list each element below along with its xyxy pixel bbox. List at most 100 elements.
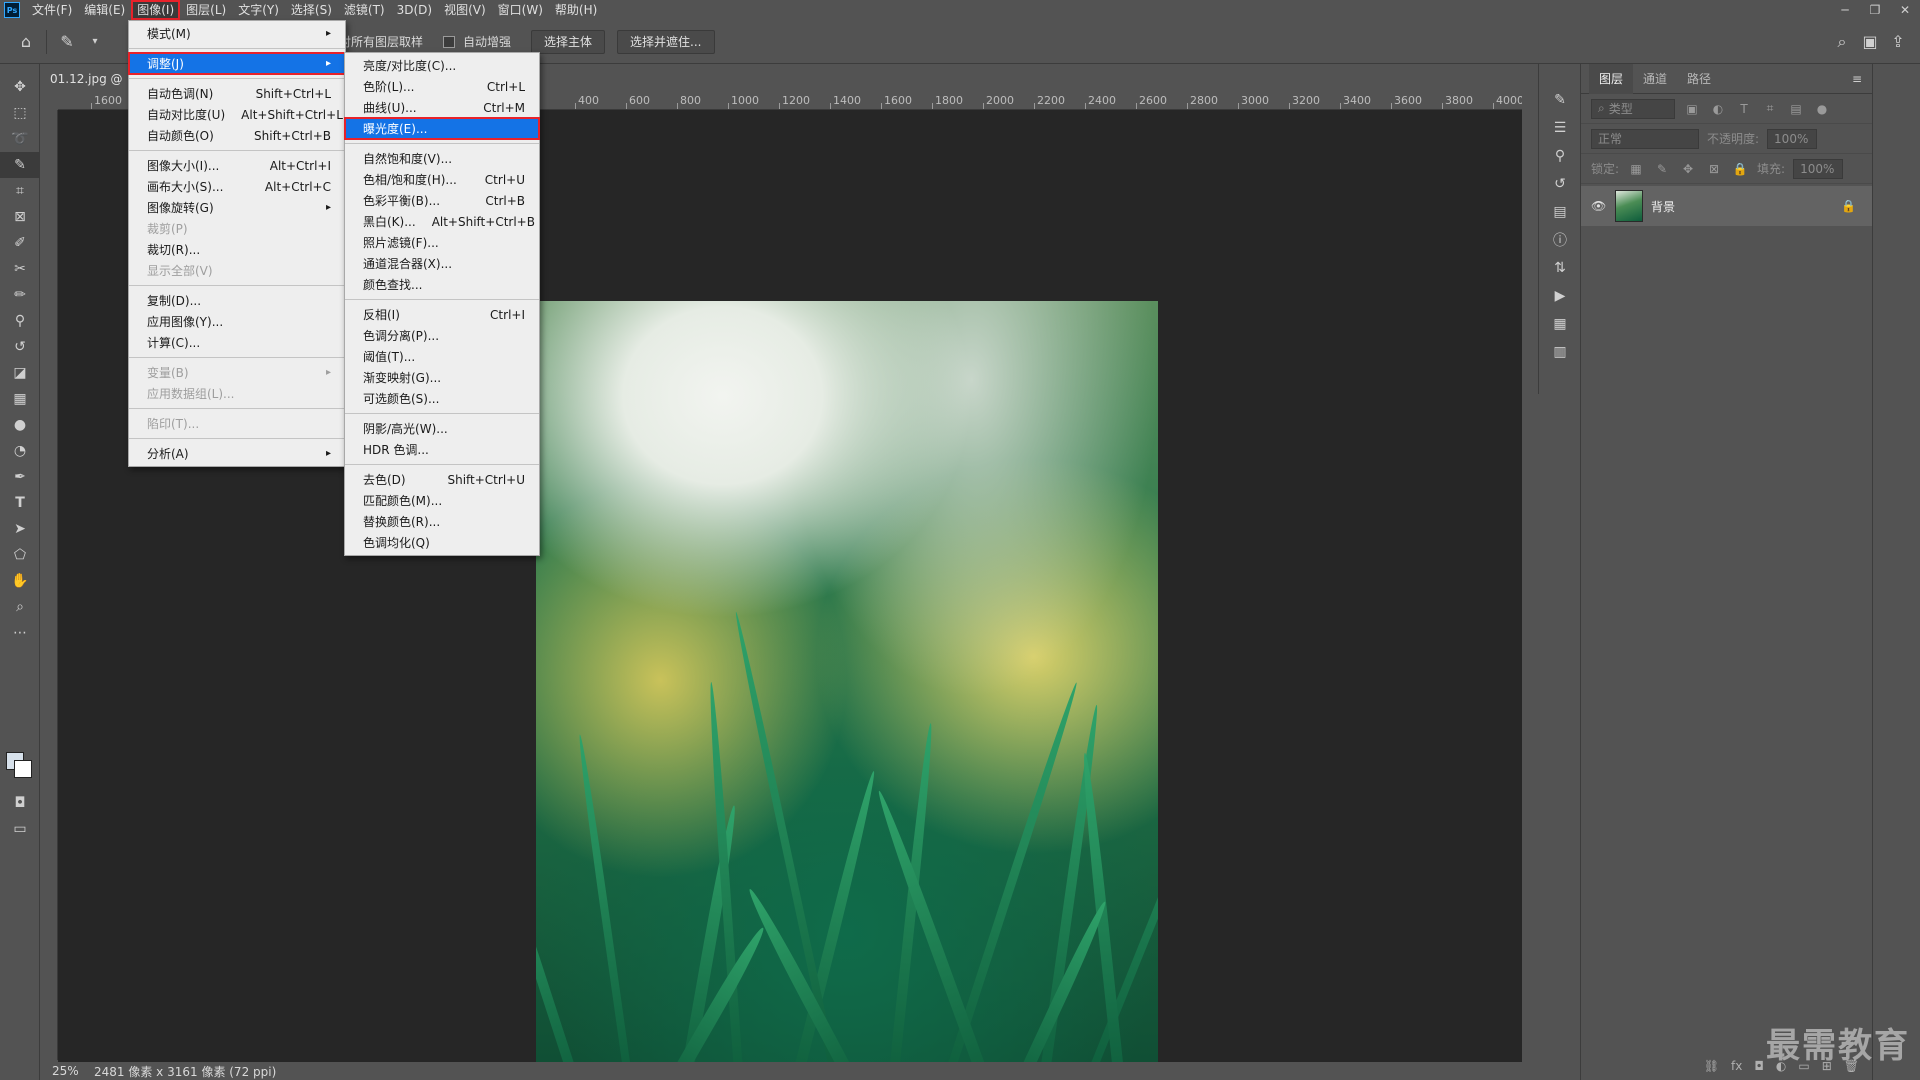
tab-layers[interactable]: 图层 [1589, 63, 1634, 94]
layer-mask-icon[interactable]: ◘ [1754, 1059, 1764, 1073]
eye-icon[interactable]: 👁 [1591, 199, 1607, 213]
adjust-menu-item[interactable]: 通道混合器(X)... [345, 253, 539, 274]
menu-view[interactable]: 视图(V) [438, 0, 492, 20]
chevron-down-icon[interactable]: ▾ [81, 28, 109, 56]
adjust-menu-item[interactable]: 亮度/对比度(C)... [345, 55, 539, 76]
menu-layer[interactable]: 图层(L) [180, 0, 232, 20]
adjust-menu-item[interactable]: 色彩平衡(B)... Ctrl+B [345, 190, 539, 211]
adjust-menu-item[interactable]: 色阶(L)... Ctrl+L [345, 76, 539, 97]
type-filter-icon[interactable]: T [1735, 100, 1753, 118]
image-menu-item[interactable]: 图像大小(I)... Alt+Ctrl+I [129, 155, 345, 176]
adjust-menu-item[interactable]: 颜色查找... [345, 274, 539, 295]
shape-filter-icon[interactable]: ⌗ [1761, 100, 1779, 118]
adjust-menu-item[interactable]: 照片滤镜(F)... [345, 232, 539, 253]
path-selection-icon[interactable]: ➤ [0, 516, 40, 542]
crop-tool-icon[interactable]: ⌗ [0, 178, 40, 204]
menu-image[interactable]: 图像(I) [131, 0, 181, 20]
document-image-grass[interactable] [536, 301, 1158, 1080]
adjust-menu-item[interactable]: HDR 色调... [345, 439, 539, 460]
dodge-tool-icon[interactable]: ◔ [0, 438, 40, 464]
fill-input[interactable]: 100% [1793, 158, 1844, 179]
zoom-level[interactable]: 25% [42, 1064, 82, 1078]
marquee-tool-icon[interactable]: ⬚ [0, 100, 40, 126]
select-subject-button[interactable]: 选择主体 [531, 29, 606, 54]
adjust-menu-item[interactable]: 替换颜色(R)... [345, 511, 539, 532]
link-layers-icon[interactable]: ⛓ [1704, 1059, 1719, 1073]
search-icon[interactable]: ⌕ [1828, 28, 1856, 56]
background-color-swatch[interactable] [14, 760, 32, 778]
menu-select[interactable]: 选择(S) [285, 0, 338, 20]
smart-object-filter-icon[interactable]: ▤ [1787, 100, 1805, 118]
layer-name[interactable]: 背景 [1651, 198, 1833, 215]
history-icon[interactable]: ↺ [1539, 170, 1581, 198]
image-menu-item[interactable]: 调整(J) [128, 52, 346, 75]
layer-row-background[interactable]: 👁 背景 🔒 [1581, 186, 1872, 226]
adjustment-filter-icon[interactable]: ◐ [1709, 100, 1727, 118]
clone-stamp-icon[interactable]: ⚲ [0, 308, 40, 334]
adjust-menu-item[interactable]: 阈值(T)... [345, 346, 539, 367]
adjust-menu-item[interactable]: 自然饱和度(V)... [345, 148, 539, 169]
screen-mode-icon[interactable]: ▭ [0, 816, 40, 842]
image-menu-item[interactable]: 分析(A) [129, 443, 345, 464]
image-menu-item[interactable]: 裁切(R)... [129, 239, 345, 260]
properties-icon[interactable]: ▤ [1539, 198, 1581, 226]
document-info[interactable]: 2481 像素 x 3161 像素 (72 ppi) [94, 1063, 276, 1080]
auto-enhance-checkbox[interactable] [443, 35, 456, 48]
image-menu-item[interactable]: 图像旋转(G) [129, 197, 345, 218]
quick-selection-preset-icon[interactable]: ✎ [53, 28, 81, 56]
restore-icon[interactable]: ❐ [1860, 0, 1890, 20]
pixel-filter-icon[interactable]: ▣ [1683, 100, 1701, 118]
adjust-menu-item[interactable]: 可选颜色(S)... [345, 388, 539, 409]
home-icon[interactable]: ⌂ [12, 28, 40, 56]
adjust-menu-item[interactable]: 曲线(U)... Ctrl+M [345, 97, 539, 118]
image-menu-item[interactable]: 自动颜色(O) Shift+Ctrl+B [129, 125, 345, 146]
lasso-tool-icon[interactable]: ➰ [0, 126, 40, 152]
menu-help[interactable]: 帮助(H) [549, 0, 603, 20]
actions-play-icon[interactable]: ▶ [1539, 282, 1581, 310]
menu-3d[interactable]: 3D(D) [391, 0, 438, 20]
libraries-icon[interactable]: ▦ [1539, 310, 1581, 338]
adjust-menu-item[interactable]: 去色(D) Shift+Ctrl+U [345, 469, 539, 490]
image-menu-item[interactable]: 画布大小(S)... Alt+Ctrl+C [129, 176, 345, 197]
blend-mode-select[interactable]: 正常 [1591, 128, 1699, 149]
minimize-icon[interactable]: ─ [1830, 0, 1860, 20]
opacity-input[interactable]: 100% [1767, 128, 1818, 149]
lock-artboard-icon[interactable]: ⊠ [1705, 160, 1723, 178]
zoom-tool-icon[interactable]: ⌕ [0, 594, 40, 620]
workspace-icon[interactable]: ▣ [1856, 28, 1884, 56]
select-and-mask-button[interactable]: 选择并遮住... [617, 29, 715, 54]
more-tools-icon[interactable]: ⋯ [0, 620, 40, 646]
close-icon[interactable]: ✕ [1890, 0, 1920, 20]
hand-tool-icon[interactable]: ✋ [0, 568, 40, 594]
clone-source-icon[interactable]: ⚲ [1539, 142, 1581, 170]
adjust-menu-item[interactable]: 匹配颜色(M)... [345, 490, 539, 511]
info-icon[interactable]: ⓘ [1539, 226, 1581, 254]
frame-tool-icon[interactable]: ⊠ [0, 204, 40, 230]
blur-tool-icon[interactable]: ● [0, 412, 40, 438]
eyedropper-tool-icon[interactable]: ✐ [0, 230, 40, 256]
menu-type[interactable]: 文字(Y) [232, 0, 285, 20]
brush-settings-icon[interactable]: ✎ [1539, 86, 1581, 114]
panel-menu-icon[interactable]: ≡ [1848, 70, 1866, 88]
adjust-menu-item[interactable]: 色相/饱和度(H)... Ctrl+U [345, 169, 539, 190]
image-menu-item[interactable]: 应用图像(Y)... [129, 311, 345, 332]
lock-all-icon[interactable]: 🔒 [1731, 160, 1749, 178]
tab-channels[interactable]: 通道 [1633, 64, 1677, 94]
adjust-menu-item[interactable]: 色调分离(P)... [345, 325, 539, 346]
type-tool-icon[interactable]: T [0, 490, 40, 516]
sample-all-layers-label[interactable]: 对所有图层取样 [339, 33, 423, 50]
image-menu-item[interactable]: 复制(D)... [129, 290, 345, 311]
menu-edit[interactable]: 编辑(E) [78, 0, 131, 20]
notes-icon[interactable]: ▥ [1539, 338, 1581, 366]
eraser-tool-icon[interactable]: ◪ [0, 360, 40, 386]
adjust-menu-item[interactable]: 渐变映射(G)... [345, 367, 539, 388]
brush-tool-icon[interactable]: ✏ [0, 282, 40, 308]
layer-filter-select[interactable]: ⌕ 类型 [1591, 98, 1675, 119]
channels-icon[interactable]: ⇅ [1539, 254, 1581, 282]
adjustments-icon[interactable]: ☰ [1539, 114, 1581, 142]
lock-pixels-icon[interactable]: ✎ [1653, 160, 1671, 178]
layer-style-icon[interactable]: fx [1731, 1059, 1742, 1073]
image-menu-item[interactable]: 模式(M) [129, 23, 345, 44]
menu-window[interactable]: 窗口(W) [492, 0, 549, 20]
quick-mask-icon[interactable]: ◘ [0, 790, 40, 816]
